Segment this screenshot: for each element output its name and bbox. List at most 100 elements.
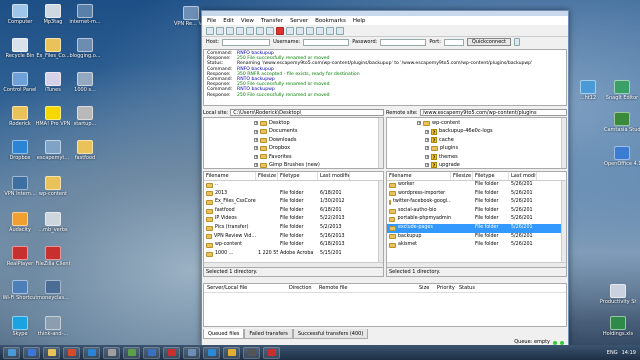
menu-item-file[interactable]: File xyxy=(207,18,216,24)
menu-item-view[interactable]: View xyxy=(241,18,254,24)
menu-item-transfer[interactable]: Transfer xyxy=(261,18,283,24)
expand-icon[interactable]: + xyxy=(425,138,429,142)
desktop-icon[interactable]: Skype xyxy=(2,316,38,337)
desktop-icon[interactable]: Wi-Fi Shortcut xyxy=(2,280,38,301)
queue-column-header[interactable]: Remote file xyxy=(316,284,416,292)
file-row[interactable]: VPN Review Vid... File folder 5/16/2013 xyxy=(204,233,383,242)
menu-item-server[interactable]: Server xyxy=(290,18,308,24)
sync-browse-icon[interactable] xyxy=(326,26,334,35)
host-input[interactable] xyxy=(222,38,271,46)
column-header-filesize[interactable]: Filesize xyxy=(451,172,473,180)
expand-icon[interactable]: + xyxy=(425,163,429,168)
tree-node[interactable]: + Dropbox xyxy=(254,144,290,152)
desktop-icon[interactable]: startup... xyxy=(67,106,103,127)
cancel-icon[interactable] xyxy=(276,26,284,35)
password-input[interactable] xyxy=(380,38,427,46)
file-row[interactable]: backupup File folder 5/26/201 xyxy=(387,233,566,242)
queue-tab[interactable]: Queued files xyxy=(203,329,245,339)
desktop-icon[interactable]: Camtasia Studio 8 xyxy=(604,112,640,133)
desktop-icon[interactable]: OpenOffice 4.1.1 xyxy=(604,146,640,167)
port-input[interactable] xyxy=(443,38,464,46)
file-row[interactable]: wordpress-importer File folder 5/26/201 xyxy=(387,190,566,199)
remote-path-input[interactable]: /www.escapemy9to5.com/wp-content/plugins xyxy=(419,109,567,116)
column-header-lastmodifi[interactable]: Last modifi xyxy=(509,172,537,180)
desktop-icon[interactable]: internet-m... xyxy=(67,4,103,25)
language-indicator[interactable]: ENG xyxy=(607,350,618,356)
compare-icon[interactable] xyxy=(316,26,324,35)
expand-icon[interactable]: + xyxy=(254,146,258,151)
file-row[interactable]: fastfood File folder 6/18/201 xyxy=(204,207,383,216)
file-row[interactable]: exclude-pages File folder 5/26/201 xyxy=(387,223,566,233)
taskbar-app-button[interactable] xyxy=(163,346,180,359)
local-path-input[interactable]: C:\Users\Roderick\Desktop\ xyxy=(230,109,384,116)
desktop-icon[interactable]: Ex_Files_Co... xyxy=(35,38,71,59)
desktop-icon[interactable]: escapemyt... xyxy=(35,140,71,161)
file-row[interactable]: akismet File folder 5/26/201 xyxy=(387,241,566,250)
start-button[interactable] xyxy=(3,346,20,359)
toggle-remote-tree-icon[interactable] xyxy=(236,26,244,35)
menu-item-edit[interactable]: Edit xyxy=(223,18,234,24)
taskbar-app-button[interactable] xyxy=(223,346,240,359)
tree-node[interactable]: + Gimp Brushes (new) xyxy=(254,161,320,168)
tree-node[interactable]: + Documents xyxy=(254,127,298,135)
file-row[interactable]: wp-content File folder 6/18/2013 xyxy=(204,241,383,250)
desktop-icon[interactable]: wp-content xyxy=(35,176,71,197)
desktop-icon[interactable]: moneyclas... xyxy=(35,280,71,301)
username-input[interactable] xyxy=(303,38,350,46)
local-list-hscrollbar[interactable] xyxy=(204,262,383,267)
taskbar-app-button[interactable] xyxy=(103,346,120,359)
taskbar-app-button[interactable] xyxy=(23,346,40,359)
local-tree-scrollbar[interactable] xyxy=(378,118,383,168)
remote-list-scrollbar[interactable] xyxy=(561,181,566,264)
remote-list-hscrollbar[interactable] xyxy=(387,262,566,267)
tree-node[interactable]: + Favorites xyxy=(254,153,292,161)
quickconnect-dropdown-icon[interactable] xyxy=(514,38,520,46)
desktop-icon[interactable]: ...mb_verbs xyxy=(35,212,71,233)
expand-icon[interactable]: + xyxy=(425,146,429,151)
menu-item-bookmarks[interactable]: Bookmarks xyxy=(315,18,346,24)
file-row[interactable]: .. xyxy=(204,181,383,190)
expand-icon[interactable]: + xyxy=(254,163,258,168)
toggle-queue-icon[interactable] xyxy=(246,26,254,35)
taskbar-app-button[interactable] xyxy=(83,346,100,359)
taskbar-app-button[interactable] xyxy=(123,346,140,359)
desktop-icon[interactable]: Roderick xyxy=(2,106,38,127)
queue-column-header[interactable]: Priority xyxy=(434,284,456,292)
quickconnect-button[interactable]: Quickconnect xyxy=(466,38,511,46)
expand-icon[interactable]: + xyxy=(254,138,258,142)
desktop-icon[interactable]: fastfood xyxy=(67,140,103,161)
site-manager-icon[interactable] xyxy=(206,26,214,35)
disconnect-icon[interactable] xyxy=(286,26,294,35)
desktop-icon[interactable]: FileZilla Client xyxy=(35,246,71,267)
queue-tab[interactable]: Successful transfers (400) xyxy=(292,329,369,339)
taskbar-app-button[interactable] xyxy=(43,346,60,359)
tree-node[interactable]: +? backupup-46e0c-logs xyxy=(425,127,493,135)
desktop-icon[interactable]: Productivity Shortcuts xyxy=(600,284,636,305)
file-row[interactable]: worker File folder 5/26/201 xyxy=(387,181,566,190)
desktop-icon[interactable]: ...ht12 xyxy=(570,80,606,101)
refresh-icon[interactable] xyxy=(256,26,264,35)
desktop-icon[interactable]: SnagIt Editor xyxy=(604,80,640,101)
desktop-icon[interactable]: VPN Intern... xyxy=(2,176,38,197)
tree-node[interactable]: +? themes xyxy=(425,153,458,161)
remote-tree-scrollbar[interactable] xyxy=(561,118,566,168)
desktop-icon[interactable]: Holdings.xls xyxy=(600,316,636,337)
desktop-icon[interactable]: RealPlayer xyxy=(2,246,38,267)
column-header-filetype[interactable]: Filetype xyxy=(473,172,509,180)
tree-node[interactable]: +? upgrade xyxy=(425,161,460,168)
file-row[interactable]: Pics (transfer) File folder 5/2/2013 xyxy=(204,224,383,233)
tree-node[interactable]: + Downloads xyxy=(254,136,296,144)
toggle-log-icon[interactable] xyxy=(216,26,224,35)
file-row[interactable]: 1000 ... 1 220 555Adobe Acroba 5/15/201 xyxy=(204,250,383,259)
desktop-icon[interactable]: Mp3tag xyxy=(35,4,71,25)
file-row[interactable]: IP Videos File folder 5/22/2013 xyxy=(204,215,383,224)
taskbar-app-button[interactable] xyxy=(63,346,80,359)
column-header-filename[interactable]: Filename xyxy=(387,172,451,180)
filter-icon[interactable] xyxy=(306,26,314,35)
menu-item-help[interactable]: Help xyxy=(353,18,366,24)
search-icon[interactable] xyxy=(336,26,344,35)
file-row[interactable]: portable-phpmyadmin File folder 5/26/201 xyxy=(387,215,566,224)
queue-column-header[interactable]: Size xyxy=(416,284,434,292)
desktop-icon[interactable]: HMA! Pro VPN xyxy=(35,106,71,127)
column-header-lastmodifie[interactable]: Last modifie xyxy=(318,172,350,180)
